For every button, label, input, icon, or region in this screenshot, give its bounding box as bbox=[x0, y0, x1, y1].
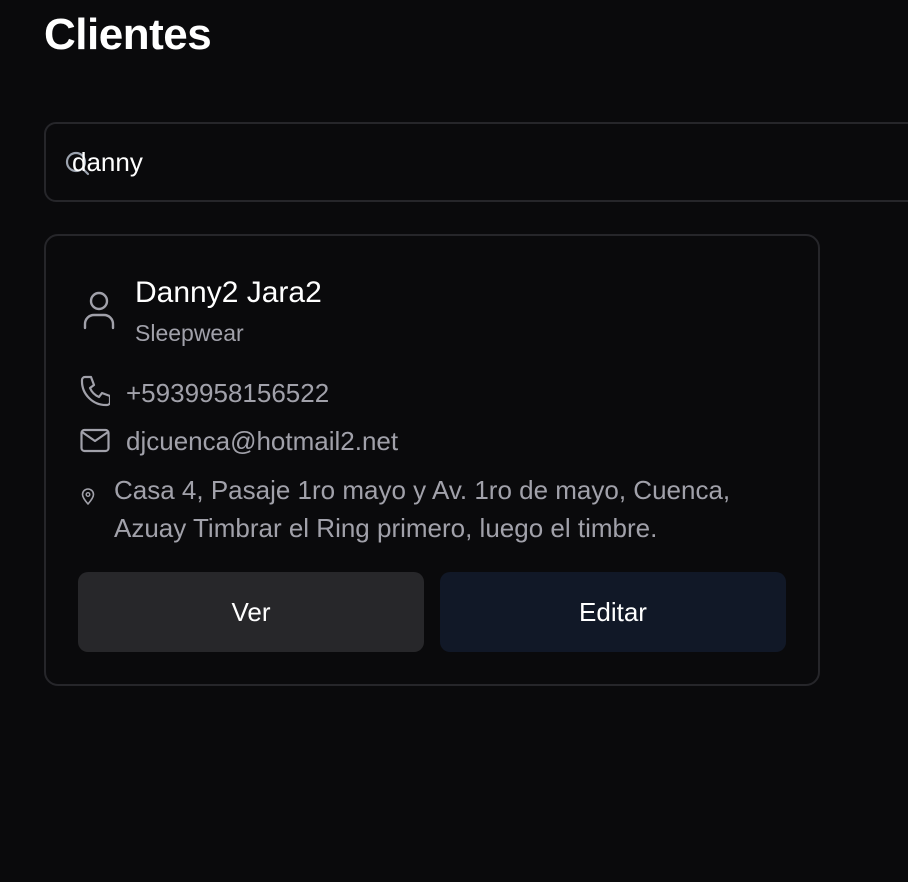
email-row: djcuenca@hotmail2.net bbox=[80, 422, 398, 460]
client-card: Danny2 Jara2 Sleepwear +5939958156522 dj… bbox=[44, 234, 820, 686]
client-category: Sleepwear bbox=[135, 320, 244, 346]
client-name: Danny2 Jara2 bbox=[135, 276, 322, 309]
client-phone: +5939958156522 bbox=[126, 378, 330, 408]
client-email: djcuenca@hotmail2.net bbox=[126, 426, 399, 456]
map-pin-icon bbox=[81, 488, 95, 505]
phone-icon bbox=[80, 375, 110, 407]
phone-row: +5939958156522 bbox=[80, 374, 329, 412]
search-input[interactable] bbox=[72, 142, 872, 182]
mail-icon bbox=[80, 428, 110, 453]
edit-button[interactable]: Editar bbox=[440, 572, 786, 652]
search-box[interactable] bbox=[44, 122, 908, 202]
page-title: Clientes bbox=[44, 10, 212, 59]
view-button[interactable]: Ver bbox=[78, 572, 424, 652]
address-line-1: Casa 4, Pasaje 1ro mayo y Av. 1ro de may… bbox=[114, 475, 731, 505]
user-icon bbox=[83, 291, 115, 330]
address-row: Casa 4, Pasaje 1ro mayo y Av. 1ro de may… bbox=[80, 471, 800, 547]
address-line-2: Azuay Timbrar el Ring primero, luego el … bbox=[114, 513, 658, 543]
